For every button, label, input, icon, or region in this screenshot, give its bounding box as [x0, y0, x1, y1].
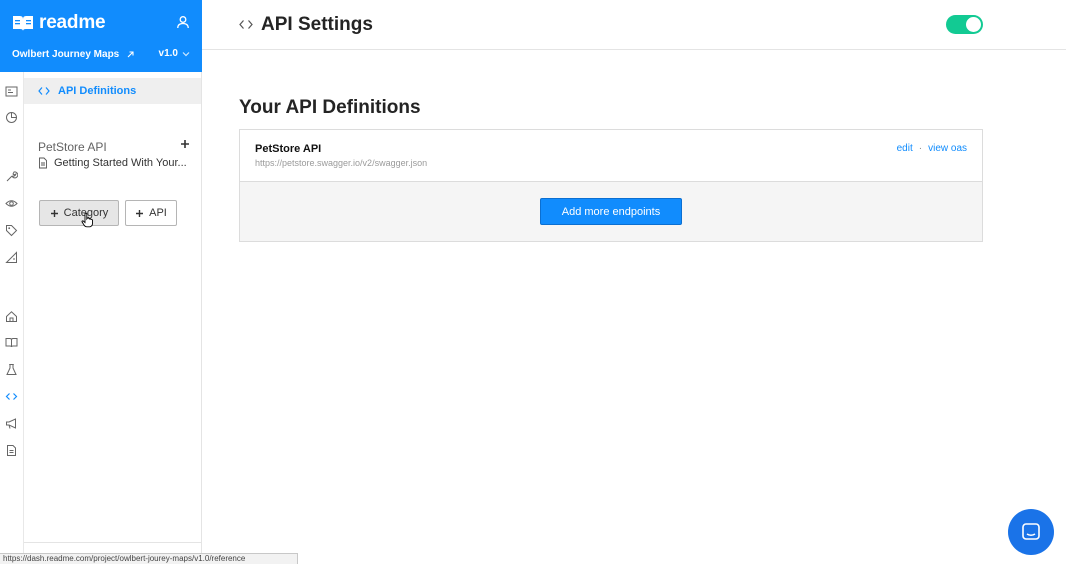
brand-row[interactable]: readme — [12, 12, 192, 34]
page-title: API Settings — [261, 14, 373, 35]
plus-icon — [136, 209, 144, 217]
code-icon — [38, 87, 50, 95]
doc-label: Getting Started With Your... — [54, 157, 187, 169]
add-more-endpoints-button[interactable]: Add more endpoints — [540, 198, 682, 225]
separator: · — [918, 143, 923, 154]
readme-logo-icon — [13, 16, 33, 31]
add-category-button[interactable]: Category — [39, 200, 119, 226]
section-heading: Your API Definitions — [239, 97, 421, 118]
eye-icon[interactable] — [5, 197, 18, 210]
project-name: Owlbert Journey Maps — [12, 48, 120, 60]
page-header: API Settings — [202, 0, 1066, 50]
api-settings-toggle[interactable] — [946, 15, 983, 34]
plus-icon — [50, 209, 58, 217]
plus-icon[interactable] — [180, 139, 190, 149]
pen-ruler-icon[interactable] — [5, 251, 18, 264]
chat-launcher-button[interactable] — [1008, 509, 1054, 555]
api-name: PetStore API — [255, 143, 322, 155]
toggle-knob — [966, 17, 981, 32]
api-definition-card: PetStore API https://petstore.swagger.io… — [239, 129, 983, 242]
external-link-icon[interactable] — [126, 50, 135, 59]
user-icon[interactable] — [176, 15, 190, 29]
app-window: readme Owlbert Journey Maps v1.0 API Def… — [0, 0, 1066, 564]
version-selector[interactable]: v1.0 — [159, 48, 190, 59]
version-label: v1.0 — [158, 48, 178, 59]
sidebar-item-getting-started[interactable]: Getting Started With Your... — [38, 157, 190, 169]
document-icon — [39, 157, 47, 169]
sidebar-nav: API Definitions PetStore API Getting Sta… — [24, 72, 202, 564]
brand-name: readme — [39, 12, 106, 33]
sidebar-item-label: API Definitions — [58, 85, 137, 97]
api-definition-row: PetStore API https://petstore.swagger.io… — [240, 130, 982, 182]
book-icon[interactable] — [5, 336, 18, 349]
api-url: https://petstore.swagger.io/v2/swagger.j… — [255, 158, 428, 168]
divider — [24, 542, 201, 543]
status-bar-url: https://dash.readme.com/project/owlbert-… — [0, 553, 298, 564]
chevron-down-icon — [182, 51, 190, 56]
code-icon[interactable] — [5, 390, 18, 403]
megaphone-icon[interactable] — [5, 417, 18, 430]
view-oas-link[interactable]: view oas — [928, 143, 967, 154]
api-actions: edit · view oas — [897, 143, 967, 154]
chart-icon[interactable] — [5, 111, 18, 124]
add-api-button[interactable]: API — [125, 200, 177, 226]
add-api-label: API — [149, 207, 167, 219]
wrench-icon[interactable] — [5, 170, 19, 183]
chat-icon — [1022, 523, 1040, 540]
project-switcher[interactable]: Owlbert Journey Maps v1.0 — [12, 46, 190, 62]
sidebar-header: readme Owlbert Journey Maps v1.0 — [0, 0, 202, 72]
tag-icon[interactable] — [5, 224, 18, 237]
document-icon[interactable] — [5, 444, 18, 457]
sidebar-item-api-definitions[interactable]: API Definitions — [24, 78, 201, 104]
icon-rail — [0, 72, 24, 564]
edit-link[interactable]: edit — [897, 143, 913, 154]
flask-icon[interactable] — [5, 363, 18, 376]
dashboard-icon[interactable] — [5, 85, 18, 98]
hand-cursor-icon — [81, 212, 93, 228]
home-icon[interactable] — [5, 310, 18, 323]
section-title: PetStore API — [38, 140, 107, 154]
code-icon — [239, 20, 253, 29]
card-footer: Add more endpoints — [240, 182, 982, 241]
